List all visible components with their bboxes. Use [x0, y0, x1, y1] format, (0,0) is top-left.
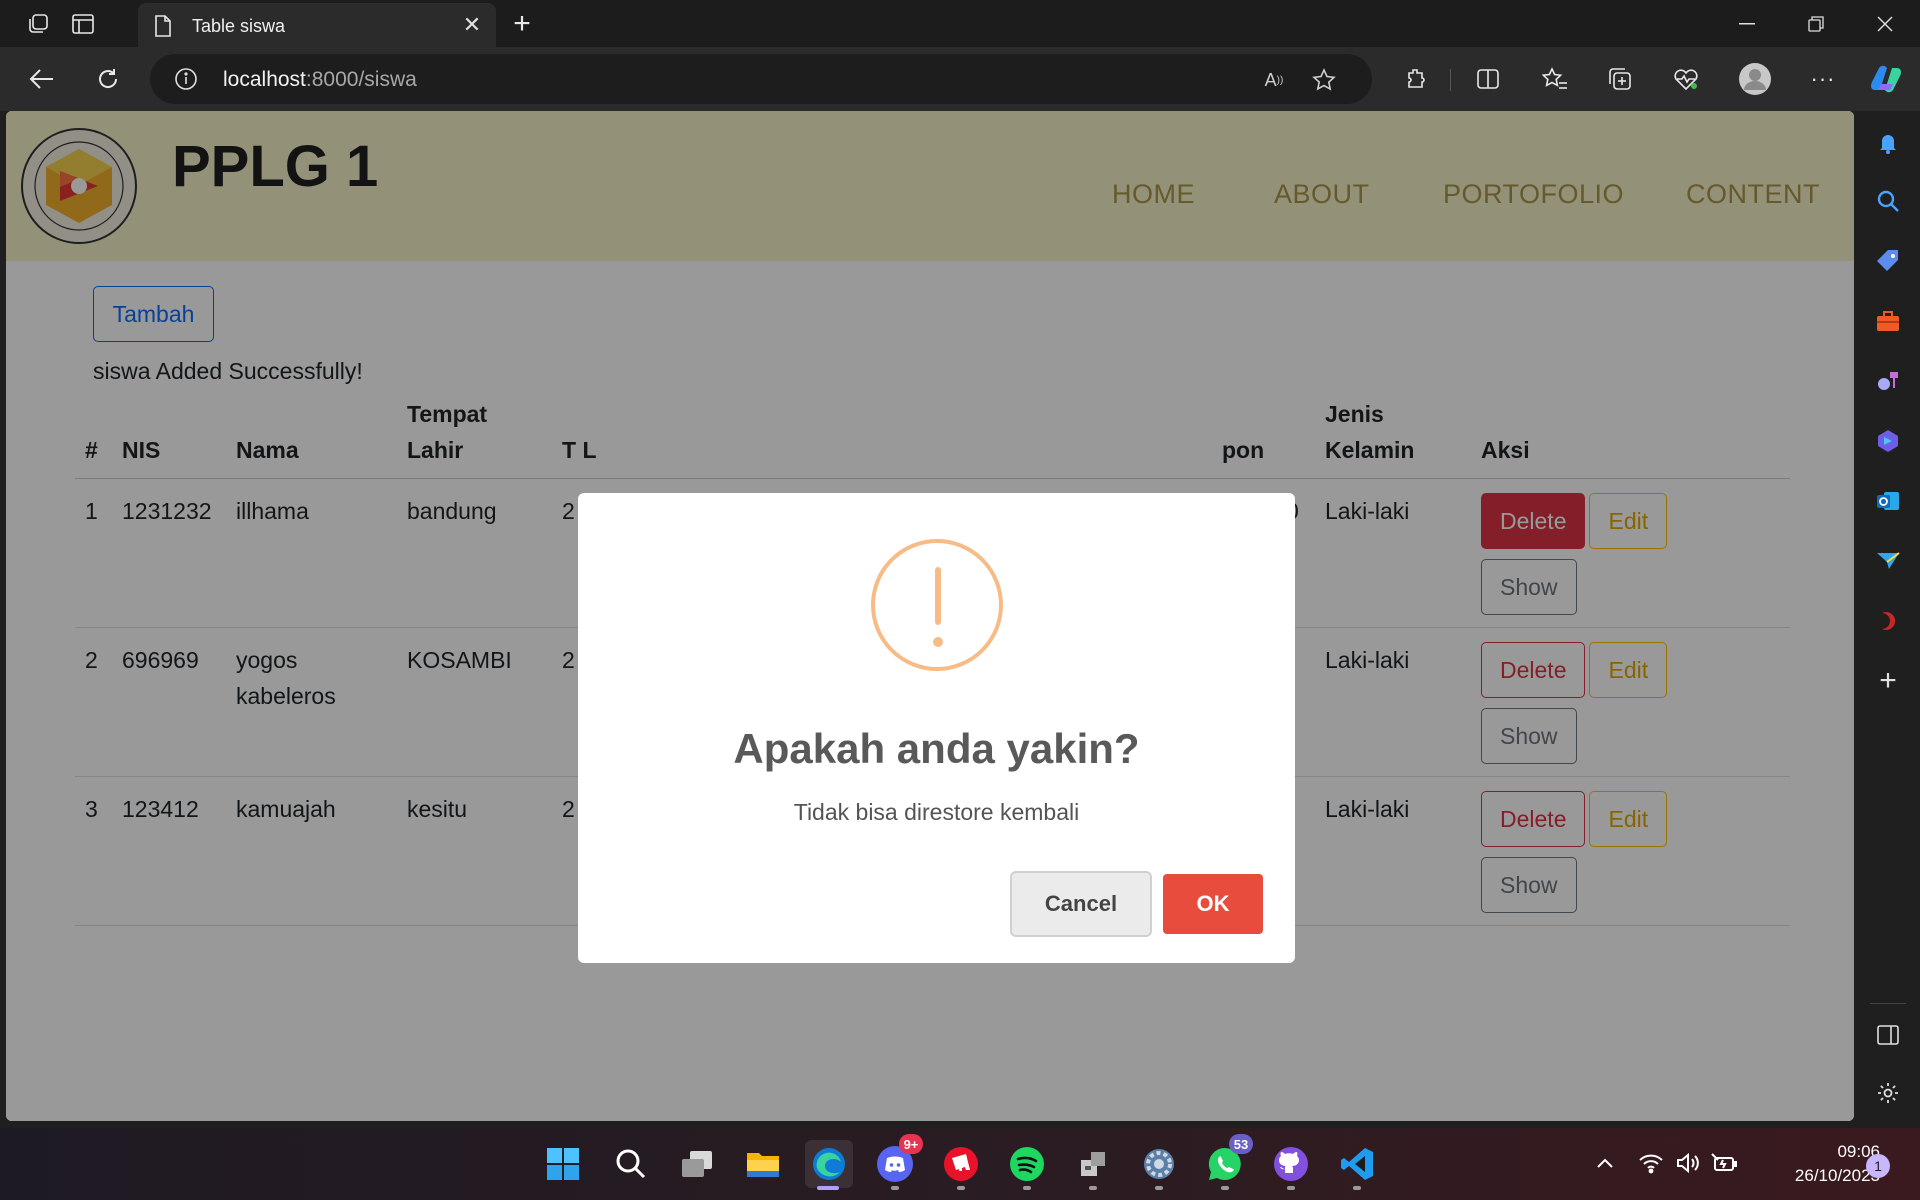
outlook-icon[interactable]: [1870, 483, 1906, 519]
running-indicator: [1287, 1186, 1295, 1190]
running-indicator: [891, 1186, 899, 1190]
system-clock[interactable]: 09:06 26/10/2023: [1752, 1140, 1880, 1188]
ok-button[interactable]: OK: [1163, 874, 1263, 934]
running-indicator: [1089, 1186, 1097, 1190]
dialog-title: Apakah anda yakin?: [733, 725, 1140, 772]
cancel-button[interactable]: Cancel: [1010, 871, 1152, 937]
microsoft-365-icon[interactable]: [1870, 423, 1906, 459]
workspaces-icon[interactable]: [22, 8, 54, 40]
running-indicator: [1023, 1186, 1031, 1190]
active-indicator: [817, 1186, 839, 1190]
favorites-icon[interactable]: [1537, 61, 1573, 97]
add-sidebar-app-icon[interactable]: +: [1870, 663, 1906, 699]
split-screen-icon[interactable]: [1470, 61, 1506, 97]
discord-badge: 9+: [899, 1134, 923, 1154]
confirm-dialog: Apakah anda yakin? Tidak bisa direstore …: [578, 493, 1295, 963]
page-icon: [154, 15, 172, 42]
drop-send-icon[interactable]: [1870, 543, 1906, 579]
notification-count-badge[interactable]: 1: [1866, 1154, 1890, 1178]
favorite-star-icon[interactable]: [1310, 66, 1338, 94]
shopping-tag-icon[interactable]: [1870, 243, 1906, 279]
more-options-icon[interactable]: ···: [1805, 61, 1841, 97]
running-indicator: [1353, 1186, 1361, 1190]
discord-icon[interactable]: 9+: [871, 1134, 923, 1190]
vscode-icon[interactable]: [1333, 1140, 1381, 1190]
new-tab-button[interactable]: +: [505, 7, 539, 40]
warning-icon: [871, 539, 1003, 671]
whatsapp-icon[interactable]: 53: [1201, 1134, 1253, 1190]
minimize-button[interactable]: [1724, 8, 1770, 40]
close-tab-icon[interactable]: ✕: [458, 11, 486, 39]
edge-sidebar: +: [1856, 111, 1920, 1128]
show-hidden-icons-chevron-icon[interactable]: [1590, 1148, 1620, 1178]
browser-essentials-icon[interactable]: [1668, 61, 1704, 97]
tab-table-siswa[interactable]: Table siswa ✕: [138, 3, 496, 47]
bell-icon[interactable]: [1870, 125, 1906, 161]
start-windows-icon[interactable]: [539, 1140, 587, 1188]
vertical-tabs-icon[interactable]: [67, 8, 99, 40]
collections-icon[interactable]: [1602, 61, 1638, 97]
page-viewport: PPLG 1 HOME ABOUT PORTOFOLIO CONTENT Tam…: [6, 111, 1854, 1121]
riot-client-icon[interactable]: [937, 1140, 985, 1190]
spotify-icon[interactable]: [1003, 1140, 1051, 1190]
refresh-icon[interactable]: [90, 61, 126, 97]
app-icon[interactable]: [1870, 603, 1906, 639]
file-explorer-icon[interactable]: [739, 1140, 787, 1188]
clock-time: 09:06: [1837, 1142, 1880, 1161]
windows-taskbar: 9+ 53 09:06 26/10/2023 1: [0, 1128, 1920, 1200]
browser-toolbar: localhost:8000/siswa A)) ···: [0, 47, 1920, 111]
sidebar-divider: [1870, 1003, 1906, 1004]
copilot-icon[interactable]: [1868, 61, 1904, 97]
extensions-icon[interactable]: [1398, 61, 1434, 97]
close-window-button[interactable]: [1862, 8, 1908, 40]
running-indicator: [1221, 1186, 1229, 1190]
site-info-icon[interactable]: [174, 67, 198, 96]
volume-icon[interactable]: [1673, 1148, 1703, 1178]
search-icon[interactable]: [1870, 183, 1906, 219]
url-text: localhost:8000/siswa: [223, 68, 417, 91]
browser-tabbar: Table siswa ✕ +: [0, 0, 1920, 47]
toolbar-separator: [1450, 69, 1451, 91]
settings-gear-icon[interactable]: [1870, 1075, 1906, 1111]
back-arrow-icon[interactable]: [24, 61, 60, 97]
address-bar[interactable]: localhost:8000/siswa A)): [150, 54, 1372, 104]
wifi-icon[interactable]: [1636, 1148, 1666, 1178]
taskbar-search-icon[interactable]: [607, 1140, 655, 1188]
running-indicator: [957, 1186, 965, 1190]
edge-taskbar-icon[interactable]: [805, 1140, 853, 1190]
task-view-icon[interactable]: [673, 1140, 721, 1188]
profile-avatar[interactable]: [1737, 61, 1773, 97]
battery-icon[interactable]: [1710, 1148, 1740, 1178]
restore-button[interactable]: [1793, 8, 1839, 40]
games-icon[interactable]: [1870, 363, 1906, 399]
network-tool-icon[interactable]: [1069, 1140, 1117, 1190]
whatsapp-badge: 53: [1229, 1134, 1253, 1154]
toolbox-icon[interactable]: [1870, 303, 1906, 339]
hide-sidebar-icon[interactable]: [1870, 1017, 1906, 1053]
read-aloud-icon[interactable]: A)): [1260, 66, 1288, 94]
github-desktop-icon[interactable]: [1267, 1140, 1315, 1190]
settings-app-icon[interactable]: [1135, 1140, 1183, 1190]
clock-date: 26/10/2023: [1794, 1166, 1880, 1185]
dialog-text: Tidak bisa direstore kembali: [793, 799, 1080, 825]
running-indicator: [1155, 1186, 1163, 1190]
tab-title: Table siswa: [192, 16, 286, 36]
